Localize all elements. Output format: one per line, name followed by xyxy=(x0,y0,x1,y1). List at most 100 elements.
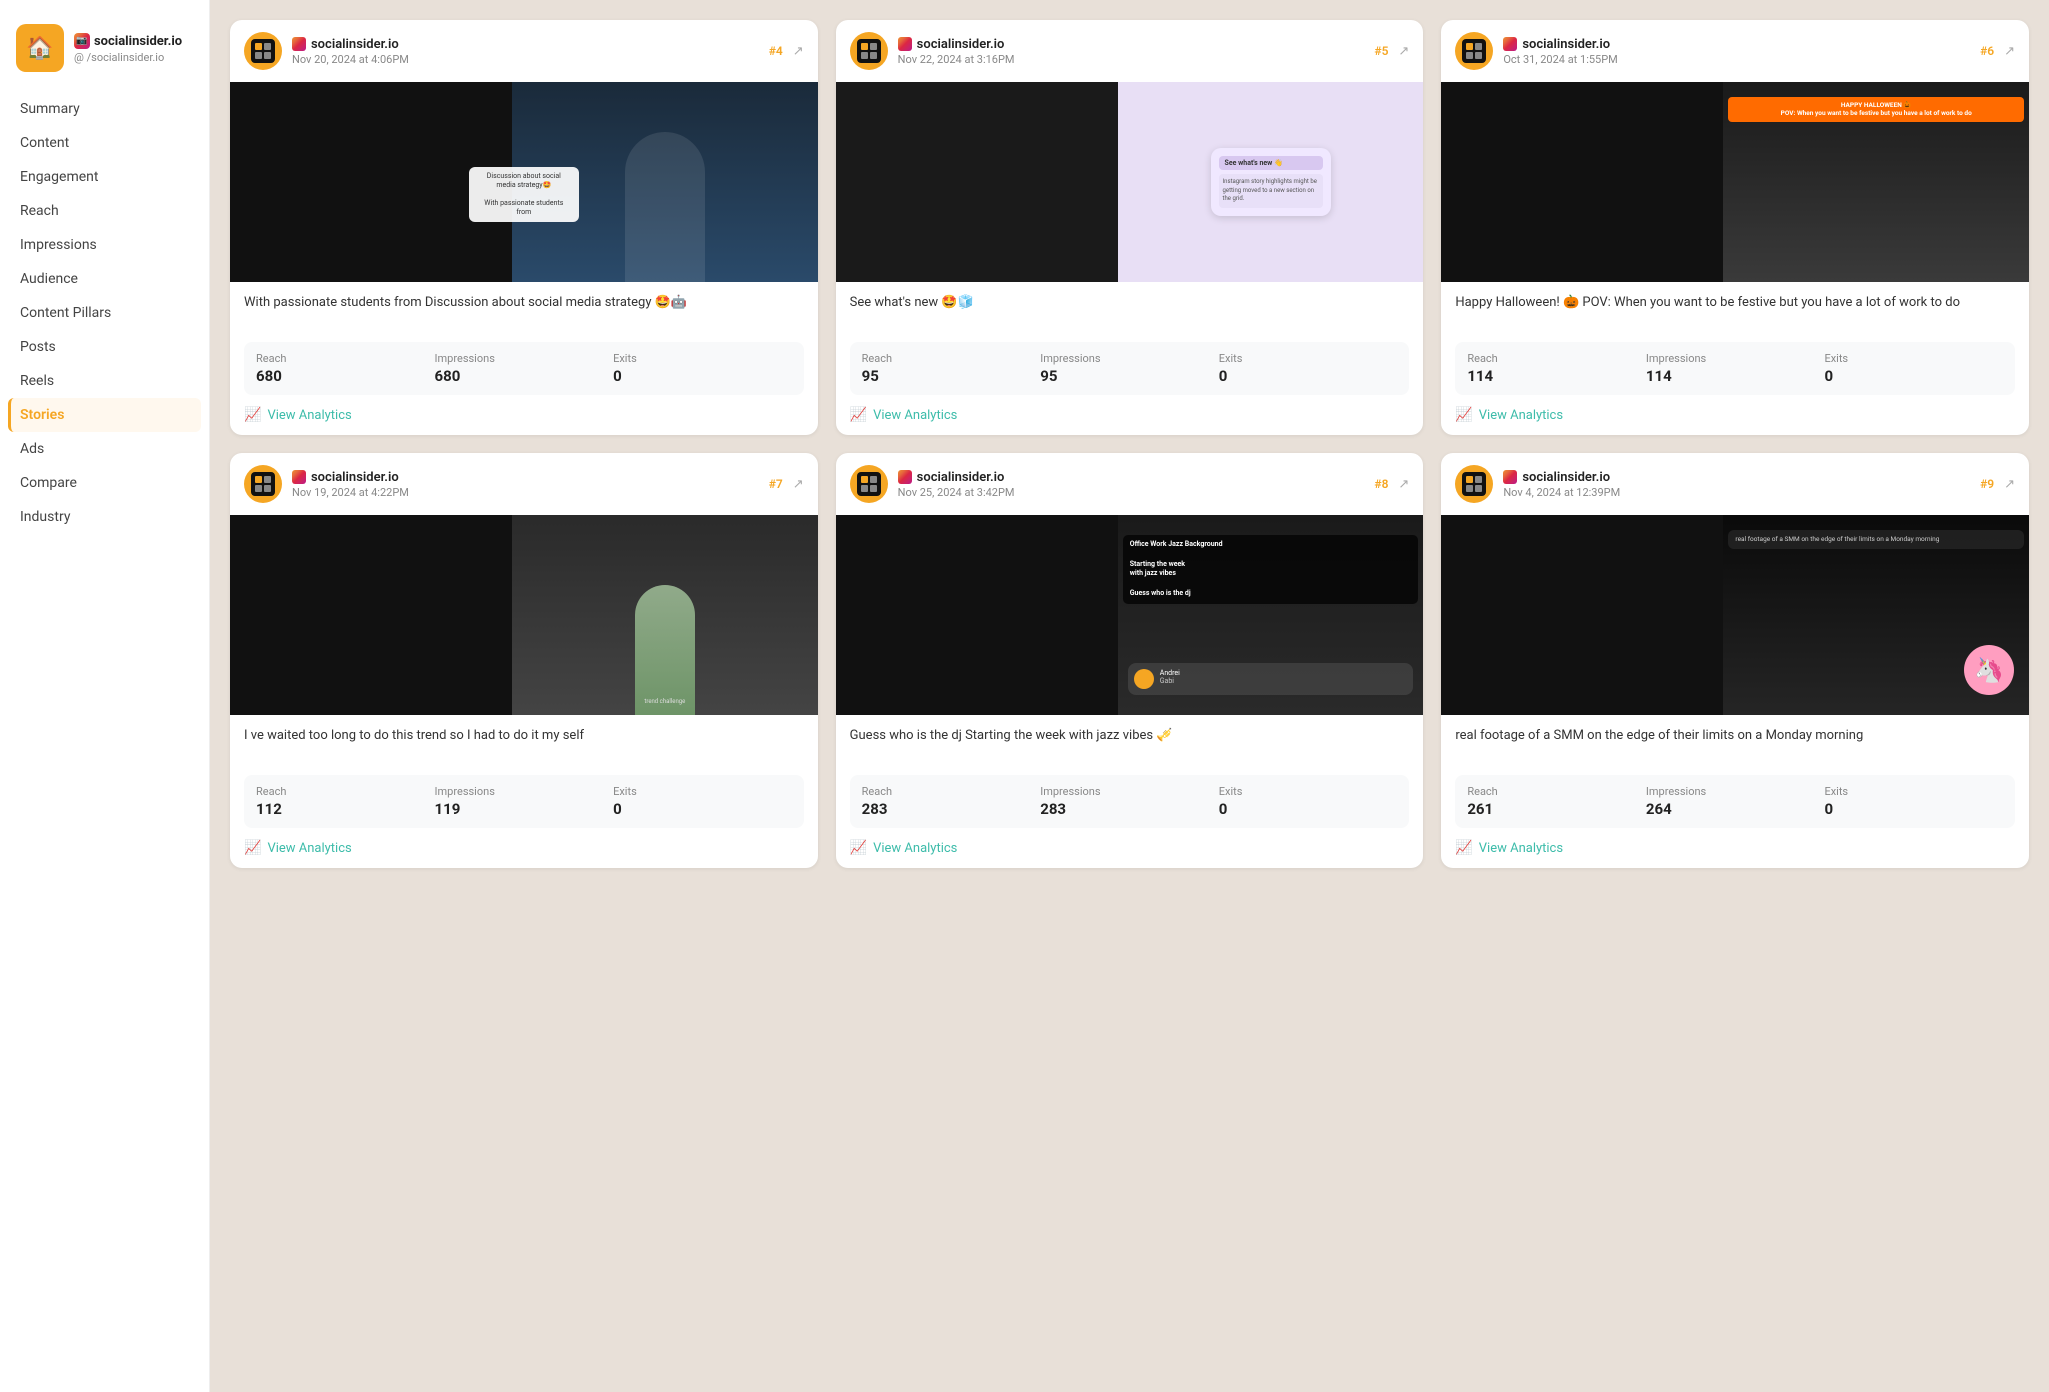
analytics-link-7[interactable]: 📈 View Analytics xyxy=(244,840,804,856)
sidebar-item-posts[interactable]: Posts xyxy=(8,330,201,364)
account-info-8: socialinsider.io Nov 25, 2024 at 3:42PM xyxy=(898,470,1365,499)
external-link-7[interactable]: ↗ xyxy=(793,477,804,492)
account-name-5: socialinsider.io xyxy=(917,37,1005,52)
sidebar-nav: Summary Content Engagement Reach Impress… xyxy=(0,92,209,534)
sidebar-item-industry[interactable]: Industry xyxy=(8,500,201,534)
avatar-5 xyxy=(850,32,888,70)
reach-value-4: 680 xyxy=(256,367,435,385)
stat-exits-9: Exits 0 xyxy=(1824,785,2003,818)
stat-exits-8: Exits 0 xyxy=(1219,785,1398,818)
impressions-value-7: 119 xyxy=(435,800,614,818)
sidebar-item-impressions[interactable]: Impressions xyxy=(8,228,201,262)
reach-label-9: Reach xyxy=(1467,785,1646,798)
card-image-8: 🖼 Office Work Jazz BackgroundStarting th… xyxy=(836,515,1424,715)
sidebar-item-audience[interactable]: Audience xyxy=(8,262,201,296)
stat-reach-5: Reach 95 xyxy=(862,352,1041,385)
card-image-4: 🖼 Discussion about social media strategy… xyxy=(230,82,818,282)
analytics-link-8[interactable]: 📈 View Analytics xyxy=(850,840,1410,856)
analytics-link-4[interactable]: 📈 View Analytics xyxy=(244,407,804,423)
account-row-4: socialinsider.io xyxy=(292,37,759,52)
avatar-8 xyxy=(850,465,888,503)
card-date-4: Nov 20, 2024 at 4:06PM xyxy=(292,53,759,66)
account-row-7: socialinsider.io xyxy=(292,470,759,485)
ig-icon-7 xyxy=(292,470,306,484)
reach-value-8: 283 xyxy=(862,800,1041,818)
external-link-5[interactable]: ↗ xyxy=(1398,44,1409,59)
analytics-link-6[interactable]: 📈 View Analytics xyxy=(1455,407,2015,423)
analytics-link-9[interactable]: 📈 View Analytics xyxy=(1455,840,2015,856)
account-name-4: socialinsider.io xyxy=(311,37,399,52)
reach-value-7: 112 xyxy=(256,800,435,818)
stat-reach-4: Reach 680 xyxy=(256,352,435,385)
analytics-icon-4: 📈 xyxy=(244,407,261,423)
sidebar-item-engagement[interactable]: Engagement xyxy=(8,160,201,194)
impressions-value-5: 95 xyxy=(1040,367,1219,385)
brand-name: socialinsider.io xyxy=(94,34,182,49)
card-body-9: real footage of a SMM on the edge of the… xyxy=(1441,715,2029,868)
account-name-8: socialinsider.io xyxy=(917,470,1005,485)
account-info-5: socialinsider.io Nov 22, 2024 at 3:16PM xyxy=(898,37,1365,66)
impressions-label-8: Impressions xyxy=(1040,785,1219,798)
card-body-5: See what's new 🤩🧊 Reach 95 Impressions 9… xyxy=(836,282,1424,435)
account-name-6: socialinsider.io xyxy=(1522,37,1610,52)
stat-impressions-5: Impressions 95 xyxy=(1040,352,1219,385)
reach-value-5: 95 xyxy=(862,367,1041,385)
stat-impressions-4: Impressions 680 xyxy=(435,352,614,385)
ig-icon-9 xyxy=(1503,470,1517,484)
rank-badge-4: #4 xyxy=(769,44,783,58)
stat-exits-6: Exits 0 xyxy=(1824,352,2003,385)
sidebar-header: 🏠 📷 socialinsider.io @ /socialinsider.io xyxy=(0,16,209,92)
card-header-4: socialinsider.io Nov 20, 2024 at 4:06PM … xyxy=(230,20,818,82)
card-body-8: Guess who is the dj Starting the week wi… xyxy=(836,715,1424,868)
sidebar-item-stories[interactable]: Stories xyxy=(8,398,201,432)
sidebar-item-reels[interactable]: Reels xyxy=(8,364,201,398)
reach-label-8: Reach xyxy=(862,785,1041,798)
avatar-4 xyxy=(244,32,282,70)
external-link-9[interactable]: ↗ xyxy=(2004,477,2015,492)
external-link-6[interactable]: ↗ xyxy=(2004,44,2015,59)
analytics-label-8: View Analytics xyxy=(873,841,957,856)
stat-impressions-8: Impressions 283 xyxy=(1040,785,1219,818)
instagram-icon: 📷 xyxy=(74,33,90,49)
sidebar-item-content[interactable]: Content xyxy=(8,126,201,160)
stories-grid: socialinsider.io Nov 20, 2024 at 4:06PM … xyxy=(230,20,2029,868)
analytics-link-5[interactable]: 📈 View Analytics xyxy=(850,407,1410,423)
stat-reach-7: Reach 112 xyxy=(256,785,435,818)
external-link-4[interactable]: ↗ xyxy=(793,44,804,59)
halloween-overlay-6: HAPPY HALLOWEEN 🎃POV: When you want to b… xyxy=(1728,97,2024,122)
exits-label-7: Exits xyxy=(613,785,792,798)
exits-value-5: 0 xyxy=(1219,367,1398,385)
stats-5: Reach 95 Impressions 95 Exits 0 xyxy=(850,342,1410,395)
reach-label-4: Reach xyxy=(256,352,435,365)
card-body-6: Happy Halloween! 🎃 POV: When you want to… xyxy=(1441,282,2029,435)
card-header-9: socialinsider.io Nov 4, 2024 at 12:39PM … xyxy=(1441,453,2029,515)
analytics-icon-5: 📈 xyxy=(850,407,867,423)
card-date-9: Nov 4, 2024 at 12:39PM xyxy=(1503,486,1970,499)
account-info-9: socialinsider.io Nov 4, 2024 at 12:39PM xyxy=(1503,470,1970,499)
stat-impressions-7: Impressions 119 xyxy=(435,785,614,818)
exits-label-8: Exits xyxy=(1219,785,1398,798)
analytics-icon-9: 📈 xyxy=(1455,840,1472,856)
card-header-7: socialinsider.io Nov 19, 2024 at 4:22PM … xyxy=(230,453,818,515)
rank-badge-7: #7 xyxy=(769,477,783,491)
exits-label-4: Exits xyxy=(613,352,792,365)
external-link-8[interactable]: ↗ xyxy=(1398,477,1409,492)
sidebar-item-ads[interactable]: Ads xyxy=(8,432,201,466)
sidebar-item-reach[interactable]: Reach xyxy=(8,194,201,228)
ig-icon-5 xyxy=(898,37,912,51)
sidebar-item-summary[interactable]: Summary xyxy=(8,92,201,126)
exits-label-6: Exits xyxy=(1824,352,2003,365)
analytics-label-4: View Analytics xyxy=(267,408,351,423)
impressions-value-9: 264 xyxy=(1646,800,1825,818)
exits-label-5: Exits xyxy=(1219,352,1398,365)
sidebar-item-content-pillars[interactable]: Content Pillars xyxy=(8,296,201,330)
story-card-7: socialinsider.io Nov 19, 2024 at 4:22PM … xyxy=(230,453,818,868)
sidebar-item-compare[interactable]: Compare xyxy=(8,466,201,500)
rank-badge-6: #6 xyxy=(1980,44,1994,58)
exits-value-8: 0 xyxy=(1219,800,1398,818)
exits-value-7: 0 xyxy=(613,800,792,818)
analytics-label-7: View Analytics xyxy=(267,841,351,856)
ig-icon-8 xyxy=(898,470,912,484)
card-image-5: 🖼 See what's new 👋 Instagram story highl… xyxy=(836,82,1424,282)
caption-4: With passionate students from Discussion… xyxy=(244,294,804,330)
